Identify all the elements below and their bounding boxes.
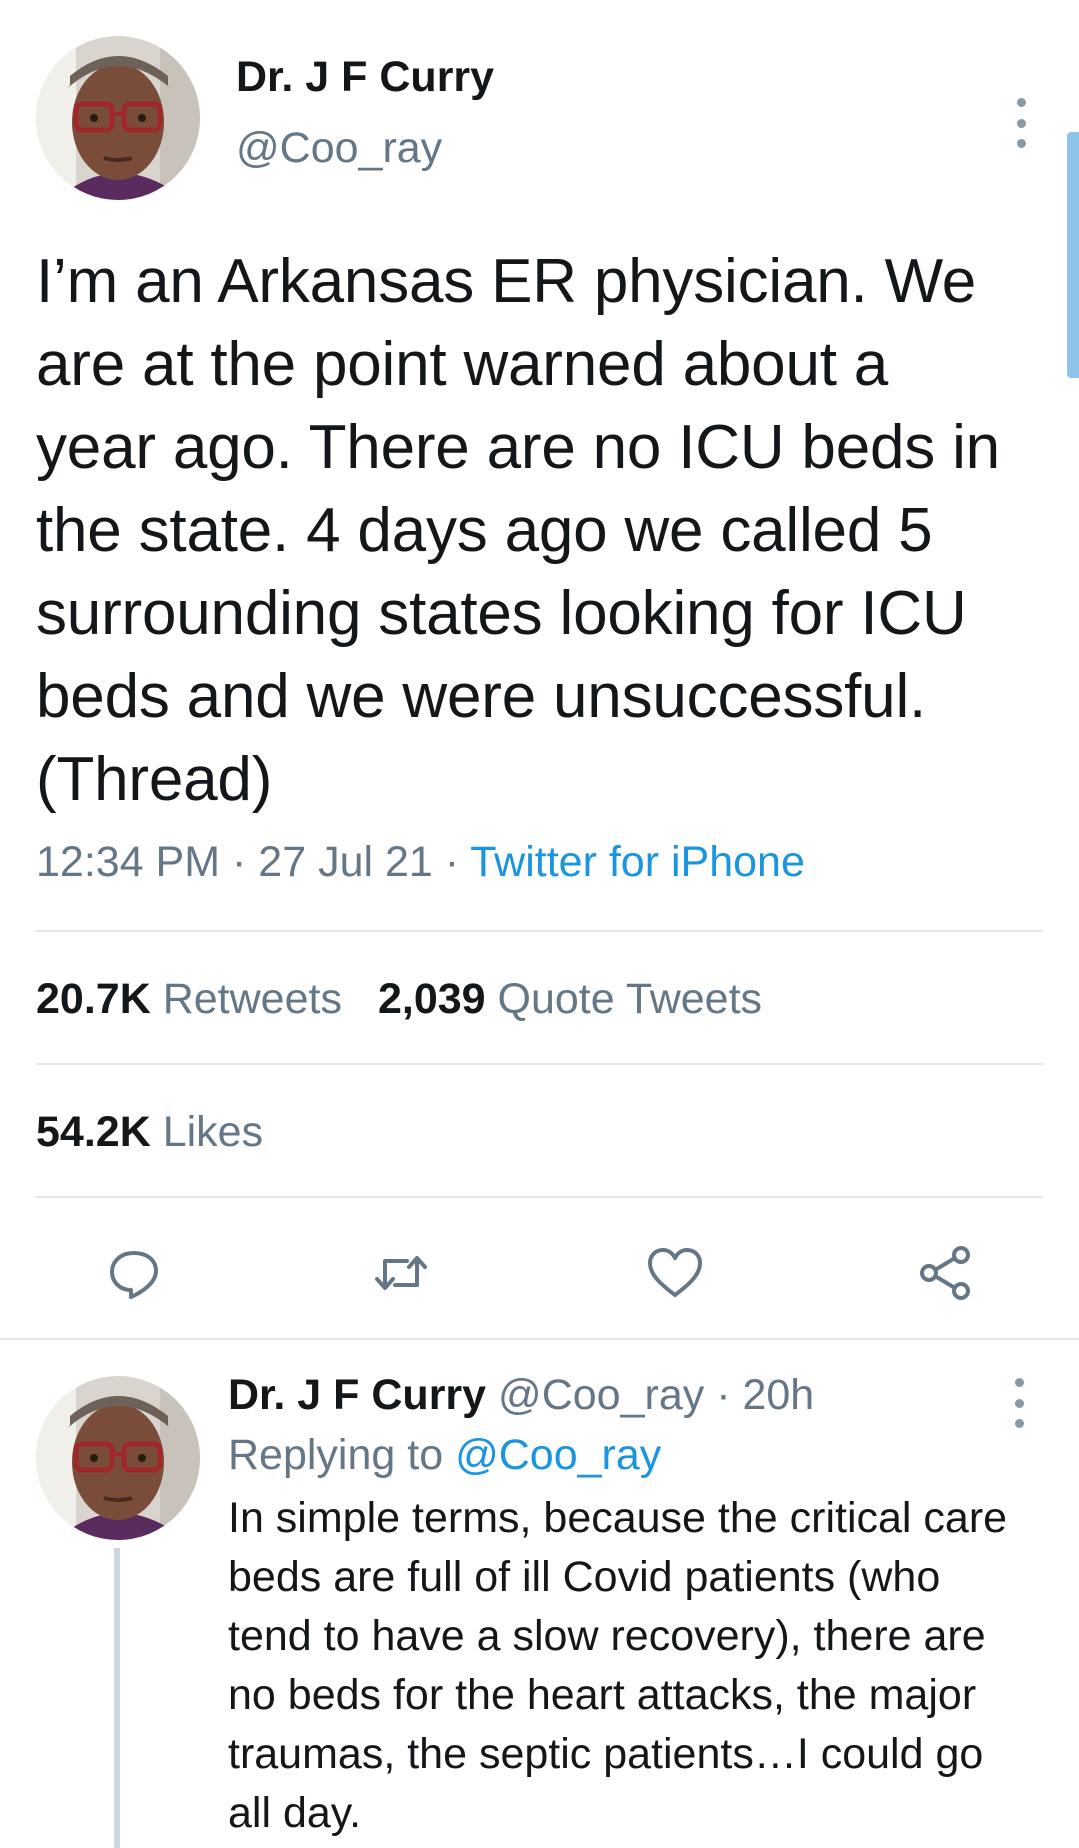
scroll-indicator[interactable] (1067, 132, 1079, 378)
tweet-meta: 12:34 PM · 27 Jul 21 · Twitter for iPhon… (36, 838, 805, 887)
tweet-time: 12:34 PM (36, 838, 221, 886)
tweet-text: I’m an Arkansas ER physician. We are at … (36, 247, 1000, 814)
quotes-count: 2,039 (377, 975, 486, 1023)
share-icon (920, 1246, 970, 1300)
share-button[interactable] (911, 1238, 981, 1308)
divider (36, 1063, 1043, 1065)
tweet-actions-bar (36, 1238, 1043, 1308)
retweets-label: Retweets (162, 975, 342, 1023)
author-names: Dr. J F Curry @Coo_ray (236, 56, 494, 170)
reply-more-options-icon[interactable] (1004, 1378, 1034, 1428)
reply-tweet[interactable]: Dr. J F Curry @Coo_ray · 20h Replying to… (0, 1340, 1079, 1848)
replying-to-mention[interactable]: @Coo_ray (455, 1431, 661, 1479)
like-icon (648, 1248, 702, 1297)
likes-label: Likes (162, 1108, 264, 1156)
retweets-count: 20.7K (36, 975, 151, 1023)
reply-separator: · (716, 1371, 731, 1419)
quotes-label: Quote Tweets (497, 975, 763, 1023)
retweets-stat[interactable]: 20.7K Retweets (36, 975, 342, 1023)
retweet-icon (375, 1256, 427, 1290)
reply-button[interactable] (99, 1238, 169, 1308)
tweet-date: 27 Jul 21 (258, 838, 433, 886)
reply-icon (110, 1251, 158, 1299)
retweet-button[interactable] (366, 1238, 436, 1308)
avatar[interactable] (36, 1376, 200, 1540)
likes-count: 54.2K (36, 1108, 151, 1156)
reply-body: Dr. J F Curry @Coo_ray · 20h Replying to… (228, 1370, 1048, 1843)
likes-stats-row: 54.2K Likes (36, 1108, 263, 1157)
reply-author-display-name[interactable]: Dr. J F Curry (228, 1371, 486, 1419)
reply-author-handle[interactable]: @Coo_ray (498, 1371, 704, 1419)
replying-to: Replying to @Coo_ray (228, 1430, 1048, 1482)
author-handle[interactable]: @Coo_ray (236, 127, 494, 170)
main-tweet-header: Dr. J F Curry @Coo_ray (36, 36, 1036, 200)
replying-prefix: Replying to (228, 1430, 444, 1479)
more-options-icon[interactable] (1006, 98, 1036, 148)
divider (36, 930, 1043, 932)
quotes-stat[interactable]: 2,039 Quote Tweets (378, 975, 762, 1023)
meta-separator: · (232, 838, 247, 886)
likes-stat[interactable]: 54.2K Likes (36, 1108, 263, 1156)
avatar[interactable] (36, 36, 200, 200)
reply-text: In simple terms, because the critical ca… (228, 1494, 1008, 1838)
tweet-source-link[interactable]: Twitter for iPhone (470, 838, 805, 886)
author-display-name[interactable]: Dr. J F Curry (236, 56, 494, 99)
like-button[interactable] (640, 1238, 710, 1308)
divider (36, 1196, 1043, 1198)
reply-age[interactable]: 20h (742, 1371, 814, 1419)
thread-line (114, 1548, 120, 1848)
retweet-stats-row: 20.7K Retweets 2,039 Quote Tweets (36, 975, 762, 1024)
meta-separator: · (444, 838, 460, 886)
reply-header: Dr. J F Curry @Coo_ray · 20h (228, 1370, 1048, 1422)
